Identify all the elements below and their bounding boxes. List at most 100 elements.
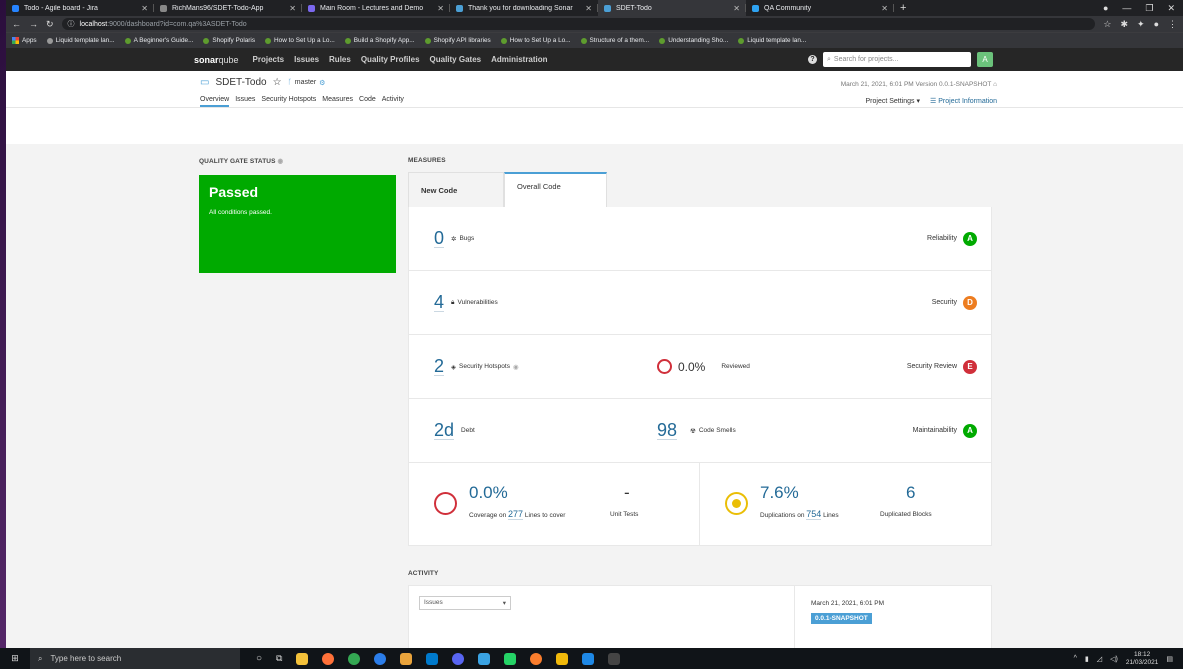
app-icon[interactable] (478, 652, 491, 665)
forward-icon[interactable]: → (29, 19, 38, 29)
discord-icon[interactable] (452, 652, 465, 665)
close-tab-icon[interactable]: ✕ (733, 4, 740, 13)
bookmark[interactable]: Shopify API libraries (424, 37, 491, 44)
bookmark[interactable]: How to Set Up a Lo... (500, 37, 571, 44)
branch-selector[interactable]: ᚴ master ⚙ (288, 79, 326, 87)
coverage-lines-count[interactable]: 277 (508, 509, 524, 520)
tab-overall-code[interactable]: Overall Code (504, 172, 607, 207)
code-smells-count[interactable]: 98 (657, 421, 678, 440)
security-review-rating-badge[interactable]: E (963, 359, 977, 374)
tab-code[interactable]: Code (359, 96, 376, 107)
security-rating-badge[interactable]: D (963, 295, 977, 310)
volume-icon[interactable]: ◁) (1110, 655, 1118, 663)
close-window-icon[interactable]: ✕ (1167, 3, 1175, 14)
activity-graph-select[interactable]: Issues ▾ (419, 596, 511, 610)
app-icon[interactable] (582, 652, 595, 665)
tab-new-code[interactable]: New Code (408, 172, 504, 207)
nav-issues[interactable]: Issues (294, 55, 319, 64)
app-icon[interactable] (556, 652, 569, 665)
nav-quality-gates[interactable]: Quality Gates (430, 55, 482, 64)
app-icon[interactable] (374, 652, 387, 665)
reliability-rating-badge[interactable]: A (963, 231, 977, 246)
star-icon[interactable]: ☆ (1103, 19, 1111, 30)
tab-measures[interactable]: Measures (322, 96, 353, 107)
nav-administration[interactable]: Administration (491, 55, 547, 64)
coverage-percent[interactable]: 0.0% (469, 483, 508, 503)
close-tab-icon[interactable]: ✕ (437, 4, 444, 13)
tab-overview[interactable]: Overview (200, 96, 230, 107)
home-icon[interactable]: ⌂ (993, 81, 997, 88)
back-icon[interactable]: ← (12, 19, 21, 29)
browser-tab[interactable]: RichMans96/SDET-Todo-App ✕ (154, 0, 302, 16)
hotspots-count[interactable]: 2 (434, 357, 445, 376)
project-settings-menu[interactable]: Project Settings ▾ (866, 97, 921, 105)
cortana-icon[interactable]: ○ (256, 653, 262, 664)
puzzle-icon[interactable]: ✦ (1137, 19, 1145, 30)
minimize-icon[interactable]: — (1122, 3, 1131, 13)
notifications-icon[interactable]: ▤ (1166, 655, 1173, 663)
bookmark[interactable]: Understanding Sho... (659, 37, 728, 44)
bookmark[interactable]: Liquid template lan... (46, 37, 115, 44)
bookmark[interactable]: Liquid template lan... (738, 37, 806, 44)
app-icon[interactable] (530, 652, 543, 665)
chrome-icon[interactable] (348, 652, 361, 665)
close-tab-icon[interactable]: ✕ (289, 4, 296, 13)
maximize-icon[interactable]: ❐ (1145, 3, 1153, 14)
bookmark[interactable]: Shopify Polaris (203, 37, 255, 44)
nav-quality-profiles[interactable]: Quality Profiles (361, 55, 420, 64)
taskbar-search[interactable]: ⌕ Type here to search (30, 648, 240, 669)
browser-tab-active[interactable]: SDET-Todo ✕ (598, 0, 746, 16)
duplications-percent[interactable]: 7.6% (760, 483, 799, 503)
bookmark[interactable]: How to Set Up a Lo... (265, 37, 335, 44)
extension-icon[interactable]: ✱ (1120, 19, 1128, 30)
account-icon[interactable]: ● (1154, 19, 1159, 30)
gear-icon[interactable]: ⚙ (319, 79, 325, 87)
new-tab-button[interactable]: + (894, 2, 912, 14)
avatar[interactable]: A (977, 52, 993, 67)
duplicated-blocks-count[interactable]: 6 (906, 483, 915, 503)
tab-activity[interactable]: Activity (382, 96, 404, 107)
firefox-icon[interactable] (322, 652, 335, 665)
maintainability-rating-badge[interactable]: A (963, 423, 977, 438)
vscode-icon[interactable] (426, 652, 439, 665)
bugs-count[interactable]: 0 (434, 229, 445, 248)
terminal-icon[interactable] (608, 652, 621, 665)
browser-tab[interactable]: Todo - Agile board - Jira ✕ (6, 0, 154, 16)
close-tab-icon[interactable]: ✕ (881, 4, 888, 13)
search-input[interactable]: ⌕ Search for projects... (823, 52, 971, 67)
tab-security-hotspots[interactable]: Security Hotspots (261, 96, 316, 107)
clock[interactable]: 18:12 21/03/2021 (1126, 651, 1159, 667)
bookmark-apps[interactable]: Apps (12, 37, 37, 44)
reload-icon[interactable]: ↻ (46, 19, 54, 30)
profile-dot-icon[interactable]: ● (1103, 3, 1108, 13)
help-icon[interactable]: ◉ (277, 158, 283, 165)
task-view-icon[interactable]: ⧉ (276, 653, 282, 664)
chevron-up-icon[interactable]: ^ (1074, 655, 1077, 662)
network-icon[interactable]: ◿ (1097, 655, 1102, 663)
help-icon[interactable]: ? (808, 55, 817, 64)
duplications-lines-count[interactable]: 754 (806, 509, 822, 520)
debt-value[interactable]: 2d (434, 421, 455, 440)
project-name[interactable]: SDET-Todo (215, 77, 266, 88)
url-field[interactable]: ⓘ localhost:9000/dashboard?id=com.qa%3AS… (61, 18, 1096, 30)
favorite-star-icon[interactable]: ☆ (273, 77, 282, 88)
file-explorer-icon[interactable] (296, 652, 309, 665)
browser-tab[interactable]: QA Community ✕ (746, 0, 894, 16)
help-icon[interactable]: ◉ (513, 363, 519, 371)
app-icon[interactable] (400, 652, 413, 665)
browser-tab[interactable]: Thank you for downloading Sonar ✕ (450, 0, 598, 16)
nav-projects[interactable]: Projects (253, 55, 285, 64)
browser-tab[interactable]: Main Room - Lectures and Demo ✕ (302, 0, 450, 16)
sonarqube-logo[interactable]: sonarqube (194, 55, 239, 65)
tab-issues[interactable]: Issues (235, 96, 255, 107)
bookmark[interactable]: A Beginner's Guide... (124, 37, 193, 44)
menu-icon[interactable]: ⋮ (1168, 19, 1177, 30)
mic-icon[interactable]: ▮ (1085, 655, 1089, 663)
nav-rules[interactable]: Rules (329, 55, 351, 64)
bookmark[interactable]: Structure of a them... (580, 37, 649, 44)
windows-start-icon[interactable]: ⊞ (0, 653, 30, 664)
app-icon[interactable] (504, 652, 517, 665)
vulnerabilities-count[interactable]: 4 (434, 293, 445, 312)
bookmark[interactable]: Build a Shopify App... (344, 37, 415, 44)
project-information-link[interactable]: ☰ Project Information (930, 97, 997, 105)
